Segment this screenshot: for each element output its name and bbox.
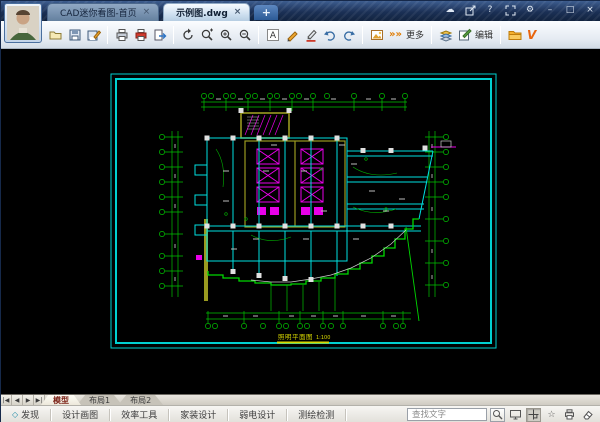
toolbar-separator [173, 26, 174, 44]
new-tab-button[interactable]: + [254, 5, 278, 20]
v-logo-icon[interactable]: V [527, 28, 536, 42]
drawing-scale: 1:100 [316, 335, 330, 341]
close-icon[interactable]: × [234, 8, 242, 17]
toolbar-separator [107, 26, 108, 44]
pdf-export-icon[interactable] [132, 25, 149, 45]
first-sheet-icon[interactable]: |◀ [1, 395, 12, 405]
cad-viewer-window: CAD迷你看图-首页 × 示例图.dwg × + ☁ ? ⚙ – □ × [0, 0, 600, 422]
tab-document-label: 示例图.dwg [176, 6, 228, 19]
folder-icon[interactable] [506, 25, 523, 45]
tab-model[interactable]: 模型 [41, 395, 81, 405]
text-annotate-icon[interactable]: A [264, 25, 281, 45]
sheet-tab-bar: |◀ ◀ ▶ ▶| 模型 布局1 布局2 [1, 394, 600, 405]
window-controls: ☁ ? ⚙ – □ × [443, 3, 597, 18]
crosshair-icon[interactable] [526, 408, 541, 422]
snapshot-image-icon[interactable] [368, 25, 385, 45]
zoom-extents-icon[interactable] [198, 25, 215, 45]
close-window-button[interactable]: × [583, 4, 597, 17]
layers-icon[interactable] [437, 25, 454, 45]
cloud-icon[interactable]: ☁ [443, 4, 457, 17]
export-share-icon[interactable] [151, 25, 168, 45]
zoom-in-icon[interactable] [217, 25, 234, 45]
tab-layout1[interactable]: 布局1 [77, 395, 122, 405]
avatar-photo [7, 6, 39, 40]
star-favorite-icon[interactable]: ☆ [544, 408, 559, 422]
help-icon[interactable]: ? [483, 4, 497, 17]
title-bar: CAD迷你看图-首页 × 示例图.dwg × + ☁ ? ⚙ – □ × [1, 1, 600, 21]
statusbar-item-efficiency-tools[interactable]: 效率工具 [110, 409, 169, 421]
toolbar-separator [500, 26, 501, 44]
edit-mode-icon[interactable] [456, 25, 473, 45]
diamond-icon: ◇ [12, 410, 18, 419]
zoom-out-icon[interactable] [236, 25, 253, 45]
share-edit-icon[interactable] [463, 4, 477, 17]
marker-highlight-icon[interactable] [302, 25, 319, 45]
tab-document[interactable]: 示例图.dwg × [163, 3, 250, 21]
fullscreen-view-icon[interactable] [508, 408, 523, 422]
tab-layout2[interactable]: 布局2 [118, 395, 163, 405]
cad-drawing: 照明平面图 1:100 [1, 49, 600, 394]
drawing-canvas[interactable]: 照明平面图 1:100 [1, 49, 600, 394]
maximize-button[interactable]: □ [563, 4, 577, 17]
redo-icon[interactable] [340, 25, 357, 45]
status-bar: ◇ 发现 设计画图 效率工具 家装设计 弱电设计 测绘检测 ☆ [1, 405, 600, 422]
toolbar-separator [258, 26, 259, 44]
document-tabs: CAD迷你看图-首页 × 示例图.dwg × + [47, 3, 278, 21]
statusbar-item-survey-detect[interactable]: 测绘检测 [287, 409, 346, 421]
drawing-title: 照明平面图 [278, 333, 313, 341]
rotate-view-icon[interactable] [179, 25, 196, 45]
user-avatar[interactable] [4, 3, 42, 43]
undo-icon[interactable] [321, 25, 338, 45]
pencil-draw-icon[interactable] [283, 25, 300, 45]
svg-text:A: A [269, 31, 276, 41]
main-toolbar: A »» 更多 编辑 V [1, 21, 600, 49]
next-sheet-icon[interactable]: ▶ [23, 395, 34, 405]
save-icon[interactable] [66, 25, 83, 45]
statusbar-right-tools: ☆ [407, 408, 600, 422]
close-icon[interactable]: × [143, 8, 151, 17]
statusbar-item-discover[interactable]: ◇ 发现 [1, 409, 51, 421]
open-file-icon[interactable] [47, 25, 64, 45]
save-as-icon[interactable] [85, 25, 102, 45]
minimize-button[interactable]: – [543, 4, 557, 17]
more-button[interactable]: 更多 [406, 28, 424, 41]
statusbar-item-design-draw[interactable]: 设计画图 [51, 409, 110, 421]
print-icon[interactable] [113, 25, 130, 45]
prev-sheet-icon[interactable]: ◀ [12, 395, 23, 405]
fullscreen-icon[interactable] [503, 4, 517, 17]
settings-gear-icon[interactable]: ⚙ [523, 4, 537, 17]
statusbar-item-home-design[interactable]: 家装设计 [169, 409, 228, 421]
tab-home[interactable]: CAD迷你看图-首页 × [47, 3, 159, 21]
tab-home-label: CAD迷你看图-首页 [60, 6, 137, 19]
toolbar-separator [431, 26, 432, 44]
quick-print-icon[interactable] [562, 408, 577, 422]
toolbar-separator [362, 26, 363, 44]
eraser-clean-icon[interactable] [580, 408, 595, 422]
statusbar-item-elv-design[interactable]: 弱电设计 [228, 409, 287, 421]
more-chevrons-icon[interactable]: »» [387, 25, 404, 45]
edit-button[interactable]: 编辑 [475, 28, 493, 41]
search-input[interactable] [407, 408, 487, 421]
search-icon[interactable] [490, 408, 505, 422]
